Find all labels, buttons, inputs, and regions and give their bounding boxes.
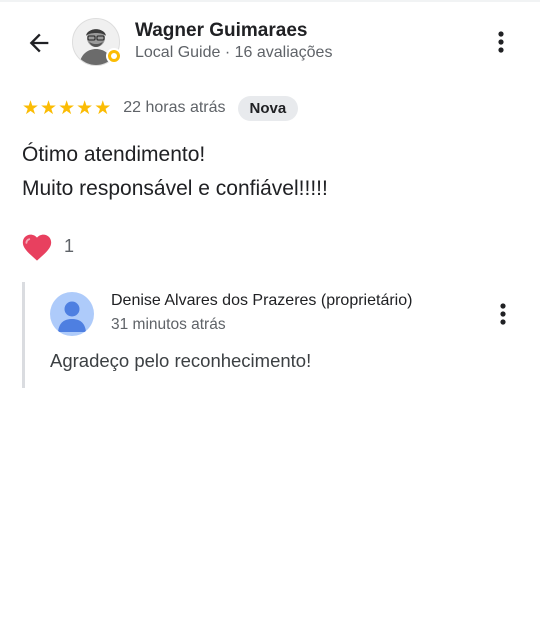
more-vert-icon <box>498 31 504 53</box>
owner-avatar[interactable] <box>50 292 94 336</box>
review-body: Ótimo atendimento! Muito responsável e c… <box>22 138 328 206</box>
heart-icon <box>22 234 52 261</box>
local-guide-badge-icon <box>106 48 122 64</box>
review-time: 22 horas atrás <box>123 99 226 116</box>
star-icon: ★ <box>94 97 112 119</box>
reply-more-options-button[interactable] <box>488 296 518 332</box>
star-icon: ★ <box>22 97 40 119</box>
arrow-back-icon <box>29 33 49 53</box>
more-vert-icon <box>500 303 506 325</box>
new-badge: Nova <box>237 95 299 121</box>
owner-reply-text: Agradeço pelo reconhecimento! <box>50 350 312 371</box>
rating-row: ★ ★ ★ ★ ★ 22 horas atrás Nova <box>22 94 299 122</box>
star-icon: ★ <box>40 97 58 119</box>
back-button[interactable] <box>22 26 56 60</box>
review-line: Ótimo atendimento! <box>22 143 206 166</box>
like-count: 1 <box>64 235 75 256</box>
star-icon: ★ <box>58 97 76 119</box>
like-row: 1 <box>20 228 74 264</box>
top-divider <box>0 0 540 2</box>
like-button[interactable] <box>20 230 54 262</box>
reviewer-meta: Local Guide · 16 avaliações <box>135 44 333 61</box>
star-rating: ★ ★ ★ ★ ★ <box>22 99 111 118</box>
review-line: Muito responsável e confiável!!!!! <box>22 177 328 200</box>
star-icon: ★ <box>76 97 94 119</box>
review-more-options-button[interactable] <box>486 24 516 60</box>
reviewer-name[interactable]: Wagner Guimaraes <box>135 20 307 42</box>
owner-reply: Denise Alvares dos Prazeres (proprietári… <box>22 282 525 388</box>
owner-reply-time: 31 minutos atrás <box>111 316 226 333</box>
review-header: Wagner Guimaraes Local Guide · 16 avalia… <box>0 14 540 70</box>
owner-name: Denise Alvares dos Prazeres (proprietári… <box>111 292 413 309</box>
reviewer-avatar[interactable] <box>72 18 122 66</box>
person-icon <box>58 301 86 332</box>
